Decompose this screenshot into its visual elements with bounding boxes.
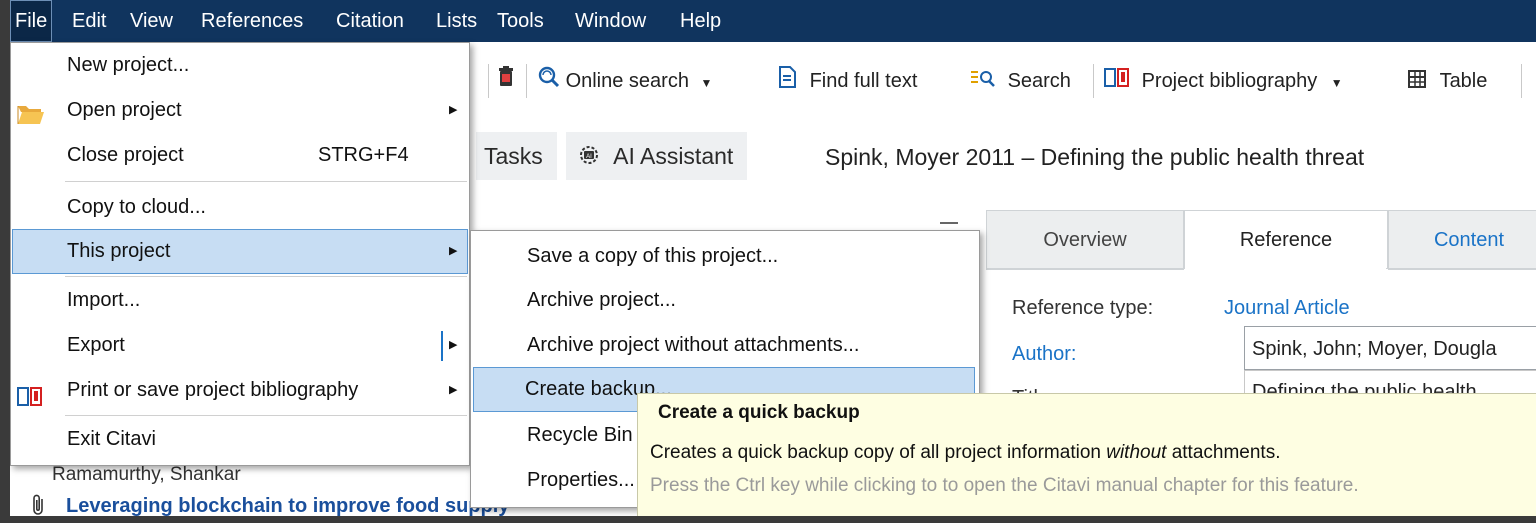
menu-tools[interactable]: Tools: [492, 0, 549, 42]
tooltip-description: Creates a quick backup copy of all proje…: [650, 442, 1281, 464]
author-value: Spink, John; Moyer, Dougla: [1252, 338, 1497, 360]
menu-item-print-bibliography[interactable]: Print or save project bibliography ▶: [11, 368, 469, 413]
submenu-arrow-icon: ▶: [449, 104, 458, 116]
tab-underline: [986, 268, 1184, 269]
toolbar-separator: [1093, 64, 1094, 98]
menu-references[interactable]: References: [196, 0, 308, 42]
bibliography-icon: [1104, 53, 1130, 111]
tab-reference[interactable]: Reference: [1184, 210, 1388, 269]
toolbar-separator: [488, 64, 489, 98]
project-bibliography-button[interactable]: Project bibliography ▼: [1104, 52, 1343, 110]
find-full-text-button[interactable]: Find full text: [778, 52, 917, 110]
list-item-title[interactable]: Leveraging blockchain to improve food su…: [66, 495, 509, 516]
export-label: Export: [67, 334, 125, 356]
table-label: Table: [1439, 70, 1488, 92]
toolbar-separator: [1521, 64, 1522, 98]
trash-icon: [498, 53, 514, 111]
project-bibliography-label: Project bibliography: [1141, 70, 1318, 92]
search-button[interactable]: Search: [970, 52, 1071, 110]
submenu-arrow-icon: ▶: [449, 339, 458, 351]
tooltip-title: Create a quick backup: [658, 402, 860, 423]
menu-item-this-project[interactable]: This project ▶: [12, 229, 468, 274]
paperclip-icon: [32, 494, 46, 516]
close-project-label: Close project: [67, 144, 184, 166]
tooltip-hint: Press the Ctrl key while clicking to to …: [650, 475, 1359, 496]
ai-assistant-button[interactable]: AI AI Assistant: [566, 132, 748, 182]
search-list-icon: [970, 53, 996, 111]
document-icon: [778, 53, 796, 111]
copy-to-cloud-label: Copy to cloud...: [67, 196, 206, 218]
new-project-label: New project...: [67, 54, 190, 76]
menu-view[interactable]: View: [125, 0, 178, 42]
file-menu: New project... Open project ▶ Close proj…: [10, 42, 470, 466]
menu-separator: [65, 181, 467, 182]
menu-separator: [65, 276, 467, 277]
menu-item-open-project[interactable]: Open project ▶: [11, 88, 469, 133]
delete-button[interactable]: [498, 52, 514, 110]
tooltip: Create a quick backup Creates a quick ba…: [637, 393, 1536, 516]
tasks-tab[interactable]: Tasks: [476, 132, 557, 180]
recycle-bin-label: Recycle Bin: [527, 424, 633, 446]
this-project-label: This project: [67, 240, 171, 262]
chevron-down-icon: ▼: [700, 76, 713, 90]
submenu-arrow-icon: ▶: [449, 384, 458, 396]
reference-type-value[interactable]: Journal Article: [1224, 297, 1350, 320]
properties-label: Properties...: [527, 469, 635, 491]
menu-item-save-copy[interactable]: Save a copy of this project...: [471, 234, 979, 279]
list-item-author: Ramamurthy, Shankar: [52, 464, 241, 485]
tooltip-text: attachments.: [1166, 442, 1281, 463]
tooltip-text: Creates a quick backup copy of all proje…: [650, 442, 1107, 463]
submenu-arrow-icon: ▶: [449, 245, 458, 257]
menu-help[interactable]: Help: [675, 0, 726, 42]
menu-item-exit[interactable]: Exit Citavi: [11, 417, 469, 462]
menu-edit[interactable]: Edit: [67, 0, 111, 42]
archive-no-attachments-label: Archive project without attachments...: [527, 334, 860, 356]
exit-label: Exit Citavi: [67, 428, 156, 450]
save-copy-label: Save a copy of this project...: [527, 245, 779, 267]
table-icon: [1408, 53, 1426, 111]
chevron-down-icon: ▼: [1330, 76, 1343, 90]
menu-file[interactable]: File: [10, 0, 53, 42]
open-project-label: Open project: [67, 99, 182, 121]
ai-assistant-label: AI Assistant: [613, 143, 734, 169]
menu-item-copy-to-cloud[interactable]: Copy to cloud...: [11, 185, 469, 230]
online-search-icon: [538, 53, 560, 111]
search-label: Search: [1007, 70, 1071, 92]
menu-item-archive-no-attachments[interactable]: Archive project without attachments...: [471, 323, 979, 368]
app-window: File Edit View References Citation Lists…: [10, 0, 1536, 516]
menu-item-export[interactable]: Export ▶: [11, 323, 469, 368]
close-project-shortcut: STRG+F4: [318, 144, 409, 166]
menu-item-archive[interactable]: Archive project...: [471, 278, 979, 323]
menu-separator: [65, 415, 467, 416]
online-search-button[interactable]: Online search ▼: [538, 52, 712, 110]
menu-lists[interactable]: Lists: [431, 0, 482, 42]
import-label: Import...: [67, 289, 141, 311]
archive-label: Archive project...: [527, 289, 676, 311]
svg-text:AI: AI: [586, 154, 592, 160]
tab-content[interactable]: Content: [1388, 210, 1536, 270]
ai-assistant-icon: AI: [578, 134, 600, 182]
menubar: File Edit View References Citation Lists…: [10, 0, 1536, 42]
menu-window[interactable]: Window: [570, 0, 651, 42]
author-label[interactable]: Author:: [1012, 343, 1076, 366]
toolbar-separator: [526, 64, 527, 98]
menu-item-new-project[interactable]: New project...: [11, 43, 469, 88]
tooltip-emphasis: without: [1106, 442, 1167, 463]
print-bibliography-label: Print or save project bibliography: [67, 379, 359, 401]
online-search-label: Online search: [565, 70, 689, 92]
reference-type-label: Reference type:: [1012, 297, 1154, 319]
reference-title: Spink, Moyer 2011 – Defining the public …: [825, 144, 1365, 170]
find-full-text-label: Find full text: [809, 70, 918, 92]
table-button[interactable]: Table: [1408, 52, 1487, 110]
menu-item-close-project[interactable]: Close project STRG+F4: [11, 133, 469, 178]
tab-overview[interactable]: Overview: [986, 210, 1184, 270]
menu-citation[interactable]: Citation: [331, 0, 409, 42]
menu-item-import[interactable]: Import...: [11, 278, 469, 323]
tab-underline: [1386, 268, 1536, 269]
split-divider: [441, 331, 443, 361]
